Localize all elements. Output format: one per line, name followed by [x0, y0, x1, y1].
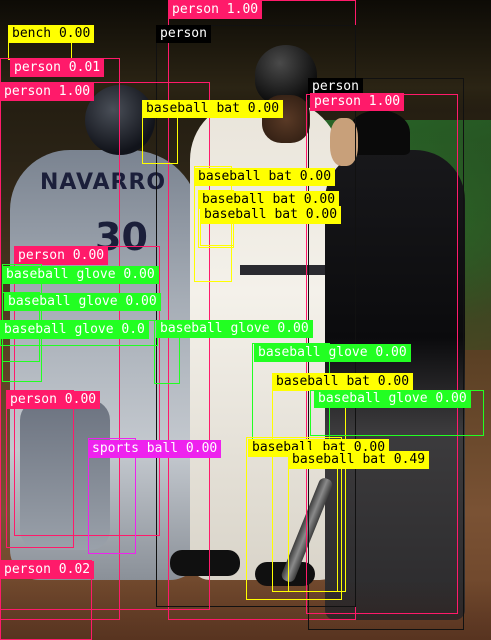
detection-label: person 0.00: [14, 247, 109, 265]
photo-canvas: NAVARRO 30 person 1.00 bench 0.00 person pe…: [0, 0, 491, 640]
detection-label: baseball glove 0.00: [2, 266, 159, 284]
detection-label: person: [156, 25, 211, 43]
detection-label: person 1.00: [168, 1, 263, 19]
detection-label: baseball bat 0.49: [288, 451, 430, 469]
detection-label: baseball glove 0.00: [314, 390, 471, 408]
detection-label: person 1.00: [310, 93, 405, 111]
detection-box-baseball-bat: [288, 450, 338, 592]
detection-label: person 1.00: [0, 83, 95, 101]
detection-label: person 0.01: [10, 59, 105, 77]
detection-label: baseball glove 0.00: [4, 293, 161, 311]
detection-label: person 0.02: [0, 561, 95, 579]
detection-box-person: [6, 390, 74, 548]
detection-label: bench 0.00: [8, 25, 95, 43]
detection-label: baseball bat 0.00: [272, 373, 414, 391]
detection-label: baseball glove 0.0: [0, 321, 149, 339]
detection-label: baseball bat 0.00: [200, 206, 342, 224]
detection-label: sports ball 0.00: [88, 440, 222, 458]
detection-label: baseball bat 0.00: [194, 168, 336, 186]
detection-label: baseball glove 0.00: [156, 320, 313, 338]
detection-label: baseball glove 0.00: [254, 344, 411, 362]
detection-label: person 0.00: [6, 391, 101, 409]
detection-label: baseball bat 0.00: [142, 100, 284, 118]
